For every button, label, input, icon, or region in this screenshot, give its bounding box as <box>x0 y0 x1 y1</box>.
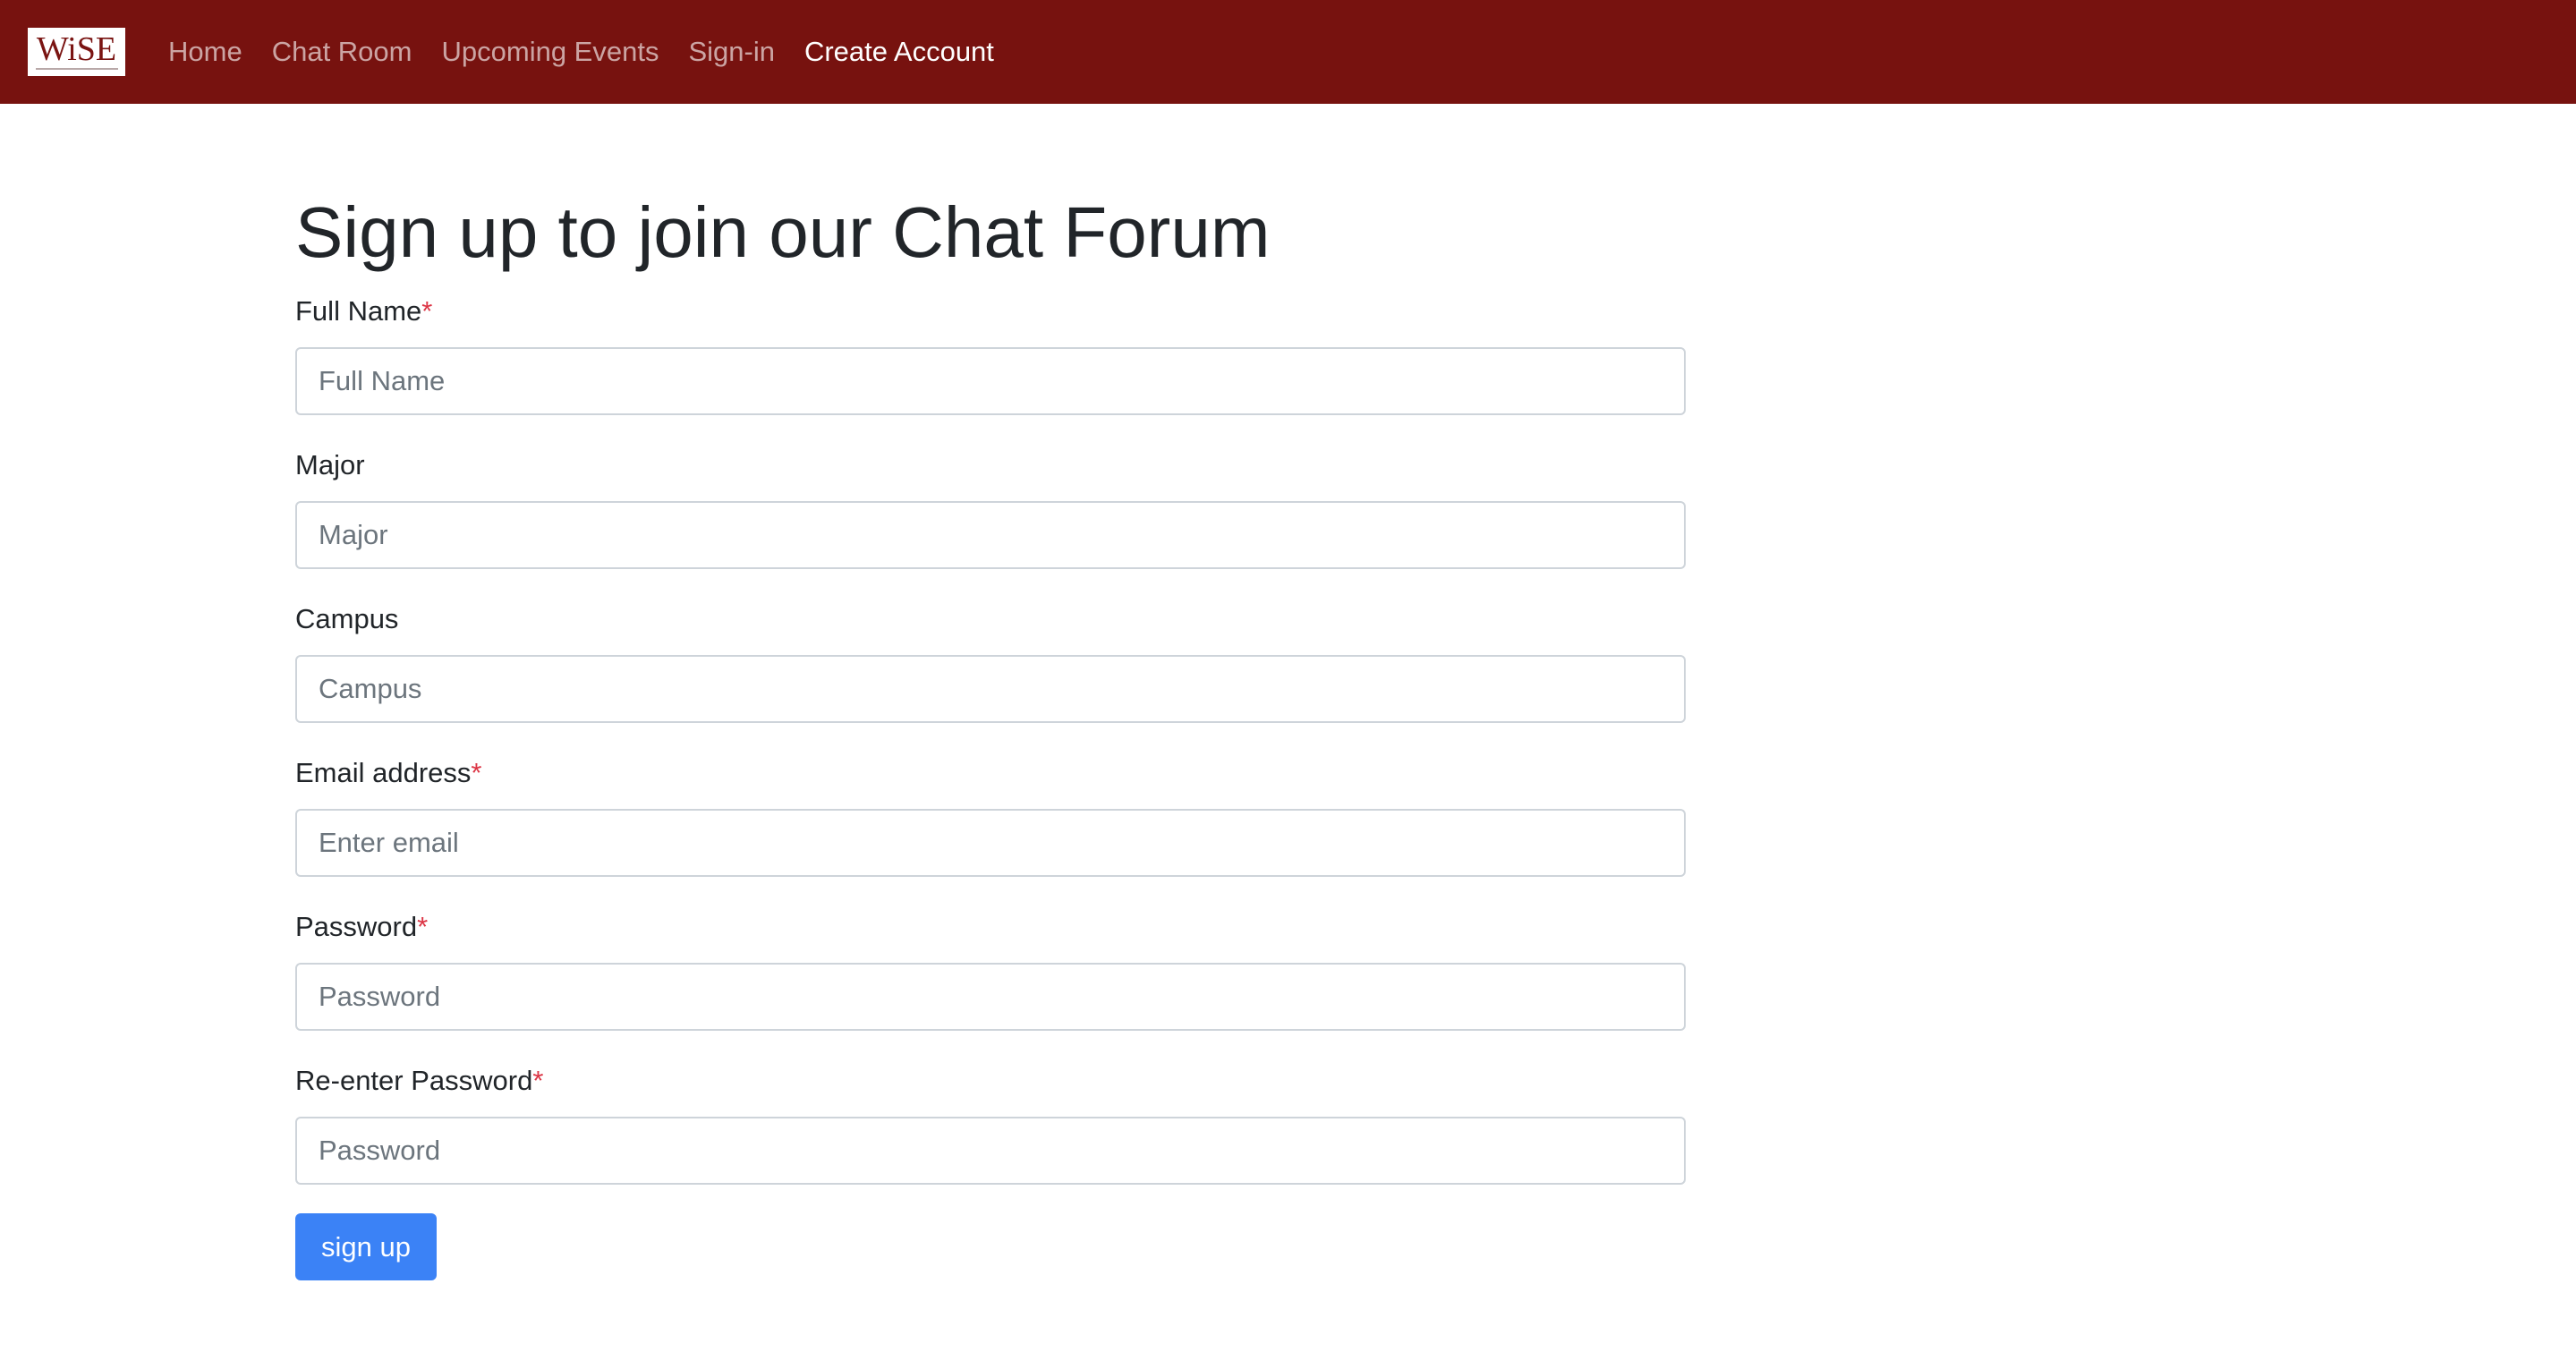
email-label-text: Email address <box>295 757 472 788</box>
required-marker: * <box>421 295 433 327</box>
required-marker: * <box>532 1065 544 1096</box>
major-label: Major <box>295 449 365 480</box>
nav-link-sign-in[interactable]: Sign-in <box>688 36 775 68</box>
nav-links: Home Chat Room Upcoming Events Sign-in C… <box>168 0 1024 104</box>
password-label-text: Password <box>295 911 418 942</box>
nav-link-home[interactable]: Home <box>168 36 242 68</box>
campus-input[interactable] <box>295 655 1686 723</box>
confirm-password-label: Re-enter Password* <box>295 1063 543 1099</box>
full-name-input[interactable] <box>295 347 1686 415</box>
brand-logo[interactable]: WiSE <box>28 28 125 76</box>
email-input[interactable] <box>295 809 1686 877</box>
brand-logo-underline <box>35 68 118 70</box>
nav-link-create-account[interactable]: Create Account <box>804 36 994 68</box>
top-navbar: WiSE Home Chat Room Upcoming Events Sign… <box>0 0 2576 104</box>
required-marker: * <box>471 757 482 788</box>
nav-link-upcoming-events[interactable]: Upcoming Events <box>442 36 659 68</box>
brand-logo-text: WiSE <box>36 30 117 68</box>
password-label: Password* <box>295 909 428 945</box>
sign-up-button[interactable]: sign up <box>295 1213 437 1280</box>
page-title: Sign up to join our Chat Forum <box>295 192 1271 272</box>
campus-label: Campus <box>295 603 399 634</box>
confirm-password-input[interactable] <box>295 1117 1686 1185</box>
full-name-label: Full Name* <box>295 293 432 329</box>
nav-link-chat-room[interactable]: Chat Room <box>272 36 412 68</box>
password-input[interactable] <box>295 963 1686 1031</box>
email-label: Email address* <box>295 755 482 791</box>
full-name-label-text: Full Name <box>295 295 422 327</box>
required-marker: * <box>417 911 429 942</box>
confirm-password-label-text: Re-enter Password <box>295 1065 533 1096</box>
major-input[interactable] <box>295 501 1686 569</box>
